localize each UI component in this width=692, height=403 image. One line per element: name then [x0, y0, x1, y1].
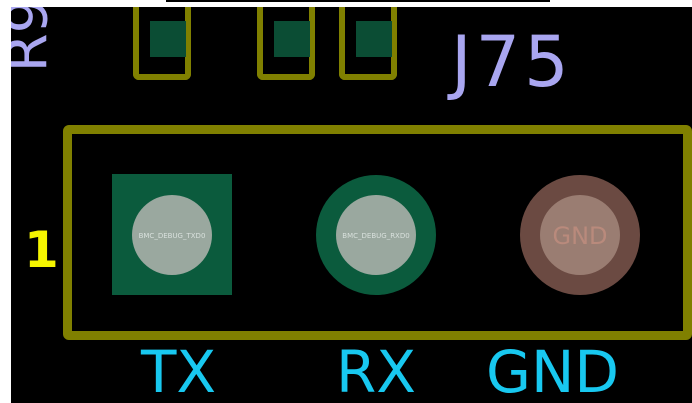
- pin-label-rx: RX: [336, 338, 417, 403]
- pin-label-tx: TX: [141, 338, 217, 403]
- partial-designator: R9: [11, 7, 61, 73]
- smd-pad: [356, 21, 392, 57]
- smd-pad-outline: [339, 7, 397, 80]
- smd-pad-outline: [257, 7, 315, 80]
- pad-net-label: GND: [552, 222, 608, 250]
- pin-label-gnd: GND: [486, 338, 619, 403]
- pad-net-label: BMC_DEBUG_TXD0: [138, 232, 206, 240]
- pad-net-label: BMC_DEBUG_RXD0: [342, 232, 410, 240]
- smd-pad: [274, 21, 310, 57]
- top-edge-line: [166, 0, 550, 2]
- component-designator: J75: [451, 21, 573, 103]
- pin1-marker: 1: [24, 221, 59, 279]
- pcb-board: R9 J75 1 BMC_DEBUG_TXD0 BMC_DEBUG_RXD0 G…: [11, 7, 692, 403]
- smd-pad: [150, 21, 186, 57]
- smd-pad-outline: [133, 7, 191, 80]
- pcb-view: R9 J75 1 BMC_DEBUG_TXD0 BMC_DEBUG_RXD0 G…: [0, 0, 692, 403]
